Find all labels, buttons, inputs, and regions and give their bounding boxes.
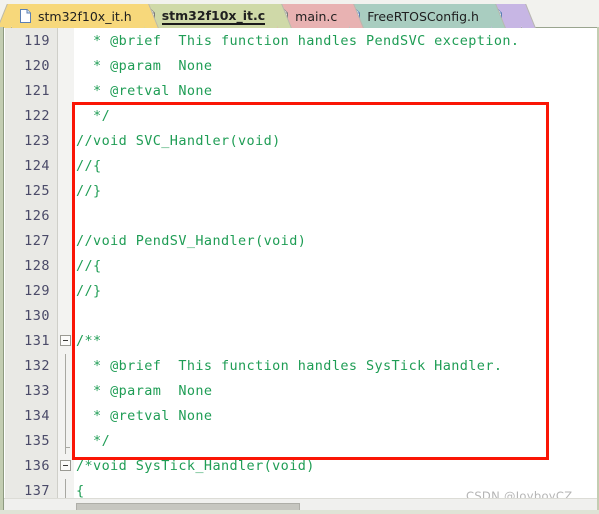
line-number: 126	[24, 208, 50, 224]
code-line[interactable]: 133 * @param None	[0, 379, 599, 404]
code-text: //void SVC_Handler(void)	[76, 133, 281, 149]
line-number: 130	[24, 308, 50, 324]
code-text: //{	[76, 258, 102, 274]
tab-label: stm32f10x_it.h	[38, 8, 132, 24]
code-line[interactable]: 129 //}	[0, 279, 599, 304]
line-number: 120	[24, 58, 50, 74]
code-line[interactable]: 127 //void PendSV_Handler(void)	[0, 229, 599, 254]
code-text: * @param None	[76, 383, 213, 399]
document-icon	[20, 9, 31, 23]
code-line[interactable]: 136 /*void SysTick_Handler(void)	[0, 454, 599, 479]
code-text: //}	[76, 283, 102, 299]
line-number: 132	[24, 358, 50, 374]
line-number: 119	[24, 33, 50, 49]
tab-label: stm32f10x_it.c	[161, 7, 266, 25]
code-text: */	[76, 108, 111, 124]
code-line[interactable]: 119 * @brief This function handles PendS…	[0, 29, 599, 54]
code-text: //}	[76, 183, 102, 199]
code-line[interactable]: 122 */	[0, 104, 599, 129]
code-text: * @retval None	[76, 83, 213, 99]
fold-guide-line	[65, 429, 70, 454]
line-number: 135	[24, 433, 50, 449]
fold-guide-line	[65, 354, 66, 379]
code-line[interactable]: 132 * @brief This function handles SysTi…	[0, 354, 599, 379]
line-number: 125	[24, 183, 50, 199]
fold-collapse-icon[interactable]	[60, 460, 71, 471]
line-number: 127	[24, 233, 50, 249]
line-number: 122	[24, 108, 50, 124]
code-editor-pane[interactable]: 119 * @brief This function handles PendS…	[0, 27, 599, 514]
fold-guide-line	[65, 404, 66, 429]
tab-left-edge	[0, 4, 21, 28]
tab-label: FreeRTOSConfig.h	[367, 8, 479, 24]
code-line[interactable]: 124 //{	[0, 154, 599, 179]
code-text-area[interactable]: 119 * @brief This function handles PendS…	[0, 29, 599, 509]
editor-window: stm32f10x_it.h stm32f10x_it.c main.c Fre…	[0, 0, 599, 514]
code-text: /*void SysTick_Handler(void)	[76, 458, 315, 474]
line-number: 134	[24, 408, 50, 424]
line-number: 129	[24, 283, 50, 299]
code-line[interactable]: 123 //void SVC_Handler(void)	[0, 129, 599, 154]
fold-guide-line	[65, 379, 66, 404]
code-text: * @brief This function handles SysTick H…	[76, 358, 503, 374]
editor-tab-bar: stm32f10x_it.h stm32f10x_it.c main.c Fre…	[0, 0, 599, 28]
tab-label: main.c	[295, 8, 338, 24]
code-line[interactable]: 135 */	[0, 429, 599, 454]
code-line[interactable]: 121 * @retval None	[0, 79, 599, 104]
window-bottom-band	[0, 510, 599, 514]
tab-stm32f10x-it-h[interactable]: stm32f10x_it.h	[0, 4, 159, 28]
code-text: */	[76, 433, 111, 449]
code-text: * @retval None	[76, 408, 213, 424]
tab-right-edge	[512, 4, 536, 28]
code-text: //{	[76, 158, 102, 174]
tab-freertosconfig-h[interactable]: FreeRTOSConfig.h	[326, 4, 506, 28]
code-text: /**	[76, 333, 102, 349]
line-number: 136	[24, 458, 50, 474]
line-number: 128	[24, 258, 50, 274]
code-text: //void PendSV_Handler(void)	[76, 233, 307, 249]
code-line[interactable]: 128 //{	[0, 254, 599, 279]
fold-collapse-icon[interactable]	[60, 335, 71, 346]
code-line[interactable]: 126	[0, 204, 599, 229]
code-line[interactable]: 125 //}	[0, 179, 599, 204]
line-number: 124	[24, 158, 50, 174]
line-number: 121	[24, 83, 50, 99]
code-line[interactable]: 130	[0, 304, 599, 329]
code-line[interactable]: 120 * @param None	[0, 54, 599, 79]
line-number: 133	[24, 383, 50, 399]
code-line[interactable]: 131 /**	[0, 329, 599, 354]
editor-left-edge	[0, 27, 4, 514]
line-number: 123	[24, 133, 50, 149]
code-text: * @param None	[76, 58, 213, 74]
code-text: * @brief This function handles PendSVC e…	[76, 33, 520, 49]
code-line[interactable]: 134 * @retval None	[0, 404, 599, 429]
line-number: 131	[24, 333, 50, 349]
